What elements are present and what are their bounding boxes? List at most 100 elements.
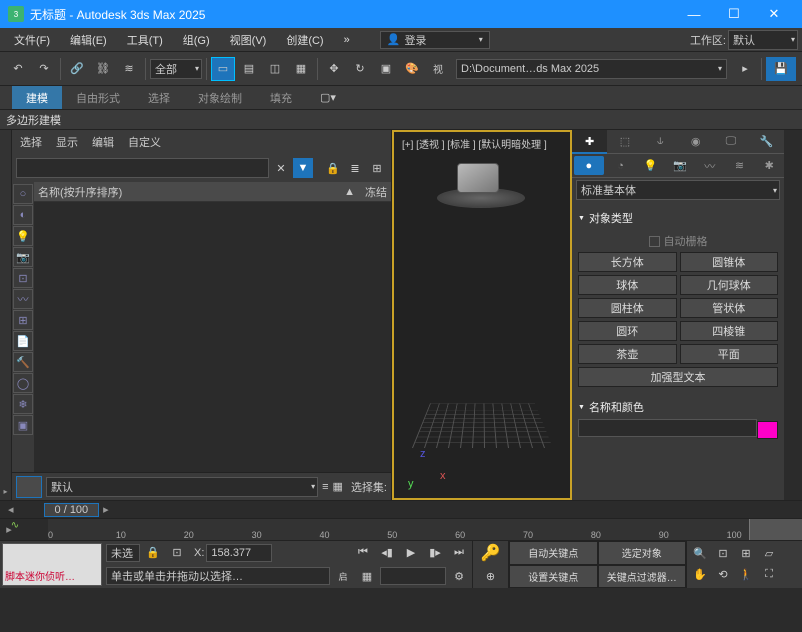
- filter-button[interactable]: ▼: [293, 158, 313, 178]
- cmd-tab-display[interactable]: 🖵: [713, 130, 748, 154]
- refsys-button[interactable]: 视: [426, 57, 450, 81]
- zoom-all-button[interactable]: ⊞: [735, 543, 757, 563]
- script-listener[interactable]: 脚本迷你侦听…: [2, 543, 102, 586]
- selected-object-button[interactable]: 选定对象: [598, 541, 687, 565]
- section-object-type[interactable]: 对象类型: [578, 206, 778, 230]
- play-prev-button[interactable]: ◂▮: [376, 542, 398, 564]
- orbit-button[interactable]: ⟲: [712, 564, 734, 584]
- scene-tab-display[interactable]: 显示: [56, 134, 78, 150]
- pan2-button[interactable]: ✋: [689, 564, 711, 584]
- unlink-button[interactable]: ⛓: [91, 57, 115, 81]
- lock-icon[interactable]: 🔒: [323, 158, 343, 178]
- link-button[interactable]: 🔗: [65, 57, 89, 81]
- cmd-sub-geometry[interactable]: ●: [574, 156, 604, 175]
- filter-geometry-icon[interactable]: ○: [13, 184, 33, 204]
- setkey-button[interactable]: 设置关键点: [509, 565, 598, 589]
- ribbon-tab-object-paint[interactable]: 对象绘制: [184, 86, 256, 109]
- autokey-button[interactable]: 自动关键点: [509, 541, 598, 565]
- cmd-sub-helpers[interactable]: 〰: [695, 154, 725, 177]
- col-name[interactable]: 名称(按升序排序): [38, 184, 344, 200]
- object-color-swatch[interactable]: [757, 421, 778, 439]
- category-dropdown[interactable]: 标准基本体: [576, 180, 780, 200]
- frame-indicator[interactable]: 0 / 100: [44, 503, 100, 517]
- current-frame-field[interactable]: [380, 567, 446, 585]
- time-slider[interactable]: ◂ 0 / 100 ▸: [0, 500, 802, 518]
- filter-group-icon[interactable]: ⊞: [13, 310, 33, 330]
- select-object-button[interactable]: ▭: [211, 57, 235, 81]
- select-by-name-button[interactable]: ▤: [237, 57, 261, 81]
- cmd-sub-shapes[interactable]: ◔: [606, 154, 636, 177]
- time-next-button[interactable]: ▸: [99, 503, 113, 516]
- play-next-button[interactable]: ▮▸: [424, 542, 446, 564]
- viewport-label[interactable]: [+] [透视 ] [标准 ] [默认明暗处理 ]: [402, 136, 547, 151]
- cmd-sub-cameras[interactable]: 📷: [665, 154, 695, 177]
- keyfilter-button[interactable]: 关键点过滤器…: [598, 565, 687, 589]
- filter-light-icon[interactable]: 💡: [13, 226, 33, 246]
- selection-filter-dropdown[interactable]: 全部: [150, 59, 202, 79]
- ribbon-tab-select[interactable]: 选择: [134, 86, 184, 109]
- filter-hidden-icon[interactable]: ▣: [13, 415, 33, 435]
- curve-icon[interactable]: ∿: [0, 520, 30, 531]
- window-crossing-button[interactable]: ▦: [289, 57, 313, 81]
- play-end-button[interactable]: ⏭: [448, 542, 470, 564]
- move-button[interactable]: ✥: [322, 57, 346, 81]
- cmd-sub-lights[interactable]: 💡: [635, 154, 665, 177]
- key-mode-button[interactable]: ⊕: [473, 565, 508, 589]
- fov-button[interactable]: ▱: [758, 543, 780, 563]
- rotate-button[interactable]: ↻: [348, 57, 372, 81]
- menu-create[interactable]: 创建(C): [276, 28, 333, 51]
- menu-tools[interactable]: 工具(T): [117, 28, 173, 51]
- menu-group[interactable]: 组(G): [173, 28, 220, 51]
- btn-cone[interactable]: 圆锥体: [680, 252, 779, 272]
- btn-torus[interactable]: 圆环: [578, 321, 677, 341]
- scene-tab-custom[interactable]: 自定义: [128, 134, 161, 150]
- menu-edit[interactable]: 编辑(E): [60, 28, 117, 51]
- time-ruler[interactable]: 0 10 20 30 40 50 60 70 80 90 100: [48, 519, 802, 540]
- viewport-perspective[interactable]: [+] [透视 ] [标准 ] [默认明暗处理 ] z x y: [392, 130, 572, 500]
- clear-search-button[interactable]: ✕: [271, 158, 291, 178]
- ribbon-panel-label[interactable]: 多边形建模: [0, 110, 802, 130]
- filter-spacewarp-icon[interactable]: 〰: [13, 289, 33, 309]
- bind-button[interactable]: ≋: [117, 57, 141, 81]
- left-dock-strip[interactable]: ▸: [0, 130, 12, 500]
- coord-x-field[interactable]: 158.377: [206, 544, 272, 562]
- time-config-button[interactable]: ▦: [356, 565, 378, 587]
- maximize-viewport-button[interactable]: ⛶: [758, 564, 780, 584]
- minimize-button[interactable]: —: [674, 0, 714, 28]
- menu-view[interactable]: 视图(V): [220, 28, 277, 51]
- object-name-input[interactable]: [578, 419, 757, 437]
- btn-teapot[interactable]: 茶壶: [578, 344, 677, 364]
- scene-list-header[interactable]: 名称(按升序排序) ▲ 冻结: [34, 182, 391, 202]
- prompt-lock-button[interactable]: 启: [332, 565, 354, 587]
- cmd-tab-hierarchy[interactable]: ⫝: [643, 130, 678, 154]
- walk-button[interactable]: 🚶: [735, 564, 757, 584]
- filter-container-icon[interactable]: ◯: [13, 373, 33, 393]
- filter-helper-icon[interactable]: ⊡: [13, 268, 33, 288]
- list-mode-button[interactable]: ≣: [345, 158, 365, 178]
- layer-tool-2[interactable]: ▦: [333, 480, 343, 493]
- maximize-button[interactable]: ☐: [714, 0, 754, 28]
- placement-button[interactable]: 🎨: [400, 57, 424, 81]
- ribbon-tab-fill[interactable]: 填充: [256, 86, 306, 109]
- time-settings-button[interactable]: ⚙: [448, 565, 470, 587]
- btn-box[interactable]: 长方体: [578, 252, 677, 272]
- save-button[interactable]: 💾: [766, 57, 796, 81]
- play-start-button[interactable]: ⏮: [352, 542, 374, 564]
- menu-more[interactable]: »: [334, 28, 360, 51]
- play-button[interactable]: ▶: [400, 542, 422, 564]
- btn-tube[interactable]: 管状体: [680, 298, 779, 318]
- btn-textplus[interactable]: 加强型文本: [578, 367, 778, 387]
- autogrid-checkbox[interactable]: 自动栅格: [578, 230, 778, 252]
- scale-button[interactable]: ▣: [374, 57, 398, 81]
- layer-thumb[interactable]: [16, 476, 42, 498]
- undo-button[interactable]: ↶: [6, 57, 30, 81]
- tree-mode-button[interactable]: ⊞: [367, 158, 387, 178]
- ribbon-min-button[interactable]: ▢▾: [316, 86, 340, 110]
- ribbon-tab-freeform[interactable]: 自由形式: [62, 86, 134, 109]
- layer-dropdown[interactable]: 默认: [46, 477, 318, 497]
- set-key-big-button[interactable]: 🔑: [473, 541, 508, 565]
- zoom-extents-button[interactable]: ⊡: [712, 543, 734, 563]
- cmd-sub-systems[interactable]: ✱: [754, 154, 784, 177]
- lock-selection-button[interactable]: 🔒: [142, 542, 164, 564]
- redo-button[interactable]: ↷: [32, 57, 56, 81]
